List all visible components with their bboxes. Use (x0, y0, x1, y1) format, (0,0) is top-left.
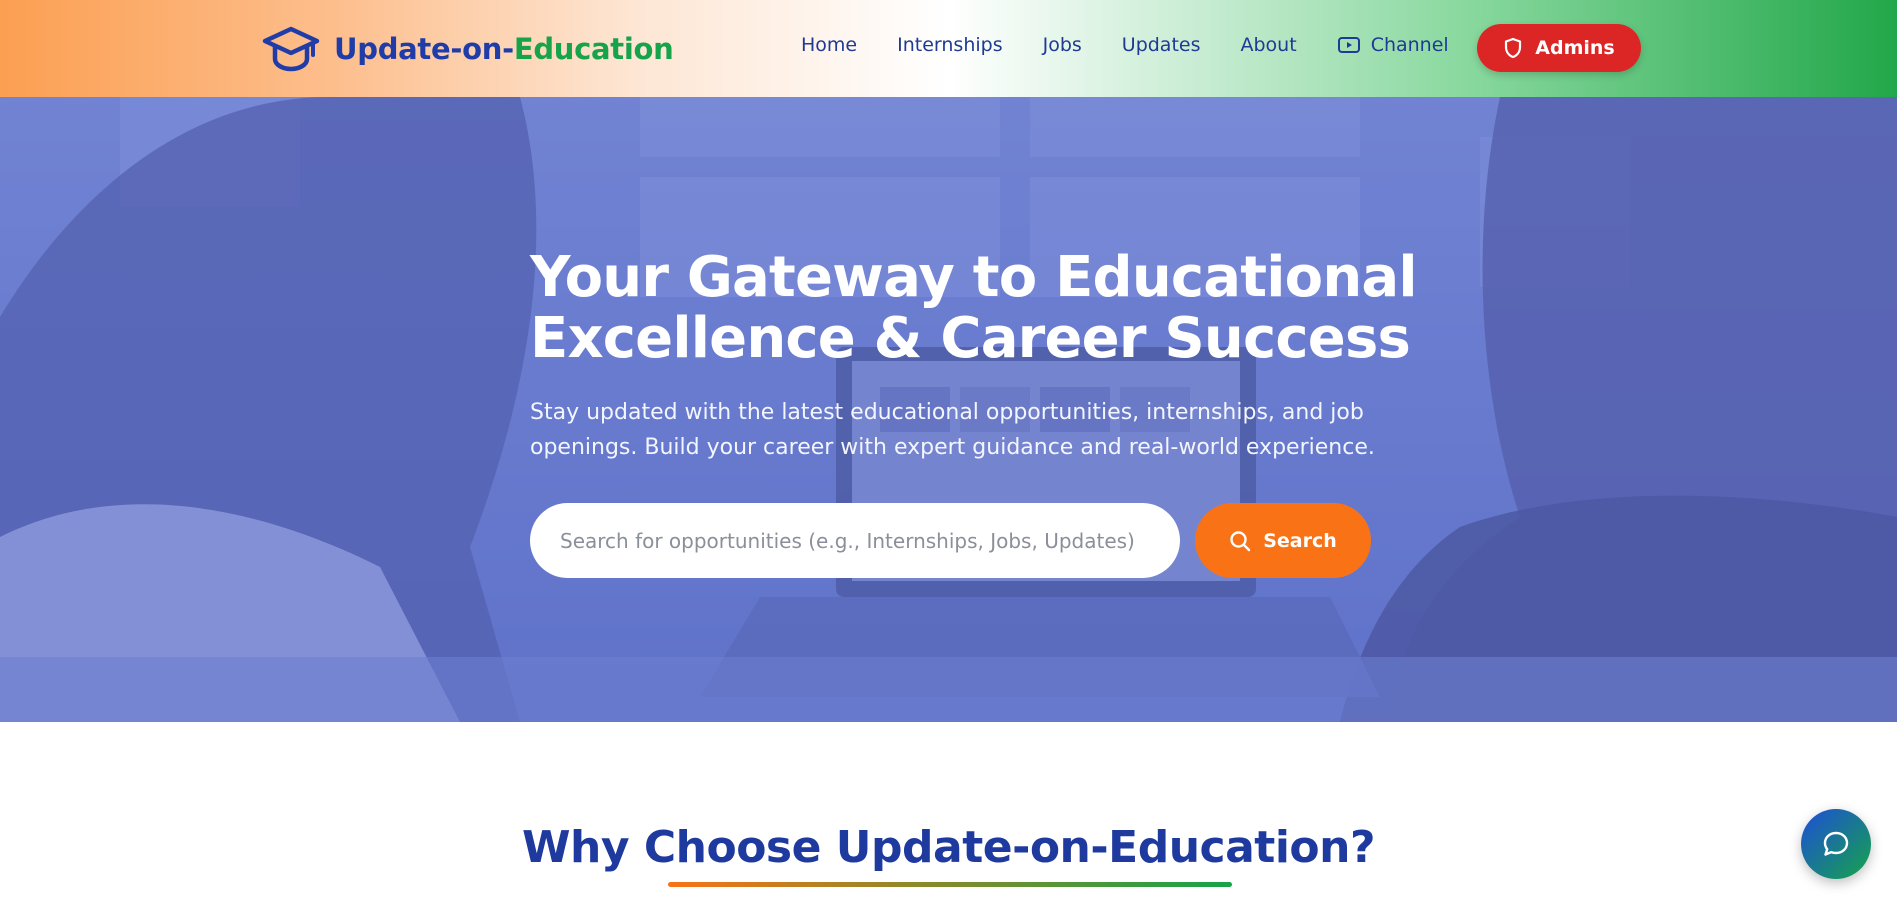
graduation-cap-icon (262, 26, 320, 72)
nav-channel-label: Channel (1370, 34, 1449, 56)
search-input[interactable] (530, 503, 1180, 578)
heading-underline (668, 882, 1232, 887)
admins-label: Admins (1535, 37, 1615, 59)
hero-title-line1: Your Gateway to Educational (530, 245, 1418, 310)
hero-section: Your Gateway to Educational Excellence &… (0, 97, 1897, 722)
shield-icon (1505, 37, 1522, 59)
brand-logo[interactable]: Update-on-Education (262, 24, 674, 74)
hero-title-line2: Excellence & Career Success (530, 306, 1411, 371)
search-button-label: Search (1263, 529, 1337, 552)
brand-name: Update-on-Education (334, 32, 674, 66)
hero-subtitle: Stay updated with the latest educational… (530, 395, 1400, 465)
nav-home[interactable]: Home (801, 34, 857, 56)
why-choose-heading: Why Choose Update-on-Education? (522, 822, 1375, 873)
search-button[interactable]: Search (1195, 503, 1371, 578)
nav-channel[interactable]: Channel (1337, 34, 1449, 56)
search-icon (1230, 530, 1251, 551)
nav-updates[interactable]: Updates (1122, 34, 1201, 56)
hero-subtitle-line2: openings. Build your career with expert … (530, 435, 1375, 460)
chat-bubble-icon (1823, 831, 1849, 856)
video-play-icon (1337, 37, 1360, 53)
nav-jobs[interactable]: Jobs (1043, 34, 1082, 56)
nav-about[interactable]: About (1241, 34, 1297, 56)
hero-title: Your Gateway to Educational Excellence &… (530, 247, 1430, 369)
brand-name-part1: Update-on- (334, 32, 514, 66)
chat-button[interactable] (1801, 809, 1871, 879)
hero-subtitle-line1: Stay updated with the latest educational… (530, 400, 1364, 425)
brand-name-part2: Education (513, 32, 674, 66)
main-nav: Home Internships Jobs Updates About Chan… (801, 34, 1449, 56)
nav-internships[interactable]: Internships (897, 34, 1002, 56)
admins-button[interactable]: Admins (1477, 24, 1641, 72)
site-header: Update-on-Education Home Internships Job… (0, 0, 1897, 97)
